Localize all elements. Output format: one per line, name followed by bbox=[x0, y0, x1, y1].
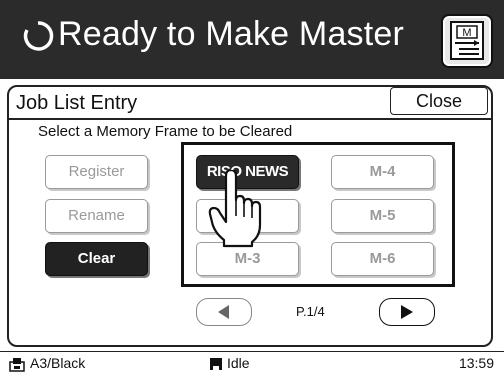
paper-label: A3/Black bbox=[30, 355, 86, 371]
triangle-right-icon bbox=[401, 305, 413, 319]
clock: 13:59 bbox=[458, 355, 494, 371]
rename-button[interactable]: Rename bbox=[45, 199, 148, 233]
prev-page-button[interactable] bbox=[196, 298, 252, 326]
page-title: Ready to Make Master bbox=[58, 15, 405, 53]
paper-status: A3/Black bbox=[8, 353, 85, 373]
paper-tray-icon bbox=[9, 358, 25, 373]
instruction-text: Select a Memory Frame to be Cleared bbox=[38, 123, 293, 140]
register-button[interactable]: Register bbox=[45, 155, 148, 189]
panel-title: Job List Entry bbox=[16, 92, 138, 114]
printer-status-icon bbox=[210, 358, 222, 371]
master-document-icon: M bbox=[450, 21, 484, 60]
pointing-hand-icon bbox=[208, 170, 262, 248]
status-bar: A3/Black Idle 13:59 bbox=[0, 351, 504, 373]
master-button[interactable]: M bbox=[441, 14, 493, 68]
memory-frame-5[interactable]: M-5 bbox=[331, 199, 434, 233]
divider bbox=[9, 118, 491, 120]
machine-state: Idle bbox=[209, 353, 250, 373]
triangle-left-icon bbox=[218, 305, 229, 319]
memory-frame-6[interactable]: M-6 bbox=[331, 242, 434, 276]
state-label: Idle bbox=[227, 355, 250, 371]
close-button[interactable]: Close bbox=[390, 87, 488, 115]
svg-text:M: M bbox=[462, 27, 471, 39]
clear-button[interactable]: Clear bbox=[45, 242, 148, 276]
refresh-circle-icon bbox=[23, 21, 54, 51]
title-bar: Ready to Make Master M bbox=[0, 0, 504, 79]
memory-frame-4[interactable]: M-4 bbox=[331, 155, 434, 189]
next-page-button[interactable] bbox=[379, 298, 435, 326]
page-indicator: P.1/4 bbox=[296, 304, 325, 319]
